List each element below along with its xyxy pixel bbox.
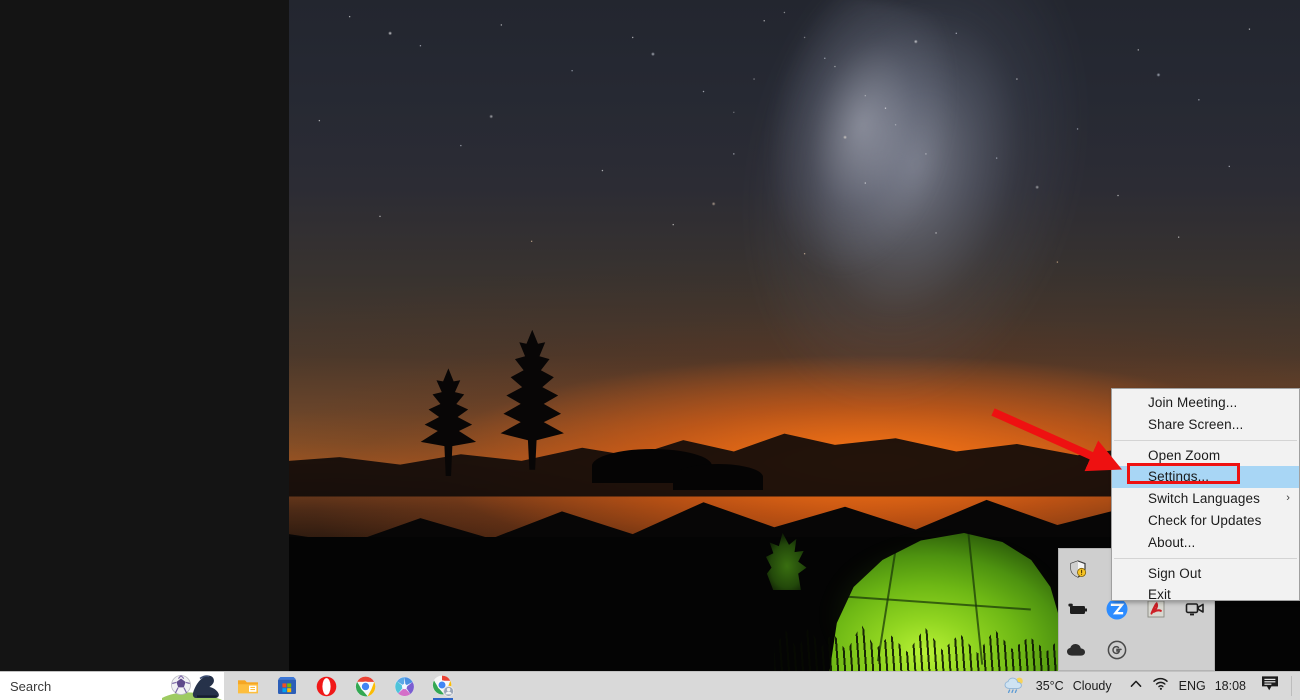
soccer-ball-and-boot-icon xyxy=(162,674,223,700)
weather-condition[interactable]: Cloudy xyxy=(1073,679,1112,693)
taskbar-pinned-apps[interactable] xyxy=(224,672,455,700)
taskbar-app-chrome-profile[interactable] xyxy=(431,672,455,700)
menu-separator-1 xyxy=(1114,439,1297,441)
tray-divider xyxy=(1291,676,1292,696)
menu-item-switch-languages[interactable]: Switch Languages › xyxy=(1112,488,1299,510)
menu-item-settings[interactable]: Settings... xyxy=(1112,466,1299,489)
windows-security-shield-icon[interactable] xyxy=(1059,549,1098,589)
taskbar-app-microsoft-store[interactable] xyxy=(275,672,299,700)
zoom-tray-context-menu[interactable]: Join Meeting... Share Screen... Open Zoo… xyxy=(1111,388,1300,602)
clock[interactable]: 18:08 xyxy=(1215,679,1246,693)
menu-item-label: About... xyxy=(1148,534,1196,550)
menu-item-about[interactable]: About... xyxy=(1112,532,1299,554)
menu-item-share-screen[interactable]: Share Screen... xyxy=(1112,414,1299,436)
menu-item-label: Check for Updates xyxy=(1148,512,1262,528)
menu-item-join-meeting[interactable]: Join Meeting... xyxy=(1112,392,1299,414)
menu-item-label: Exit xyxy=(1148,587,1171,603)
taskbar-app-photos[interactable] xyxy=(392,672,416,700)
grammarly-icon[interactable] xyxy=(1098,630,1137,670)
menu-item-label: Sign Out xyxy=(1148,565,1202,581)
menu-item-label: Open Zoom xyxy=(1148,447,1221,463)
menu-item-sign-out[interactable]: Sign Out xyxy=(1112,563,1299,585)
bush-cluster-mid xyxy=(673,463,764,490)
menu-item-check-for-updates[interactable]: Check for Updates xyxy=(1112,510,1299,532)
taskbar-app-chrome[interactable] xyxy=(353,672,377,700)
weather-temperature[interactable]: 35°C xyxy=(1036,679,1064,693)
menu-item-exit[interactable]: Exit xyxy=(1112,584,1299,606)
desktop[interactable]: Join Meeting... Share Screen... Open Zoo… xyxy=(0,0,1300,700)
taskbar-app-opera[interactable] xyxy=(314,672,338,700)
battery-saver-icon[interactable] xyxy=(1059,589,1098,629)
menu-item-label: Share Screen... xyxy=(1148,416,1244,432)
tray-empty-slot xyxy=(1137,630,1176,670)
onedrive-cloud-icon[interactable] xyxy=(1059,630,1098,670)
notification-chat-icon[interactable] xyxy=(1261,675,1279,697)
weather-cloud-rain-icon[interactable] xyxy=(1003,675,1027,698)
search-input[interactable]: Search xyxy=(0,671,224,700)
chevron-right-icon: › xyxy=(1286,492,1290,505)
tent-crossbar xyxy=(844,595,1032,611)
wifi-icon[interactable] xyxy=(1152,676,1170,696)
menu-item-label: Join Meeting... xyxy=(1148,395,1238,410)
menu-separator-2 xyxy=(1114,557,1297,559)
language-indicator[interactable]: ENG xyxy=(1179,679,1206,693)
stars-layer-cluster xyxy=(289,0,1300,417)
taskbar-app-file-explorer[interactable] xyxy=(236,672,260,700)
menu-item-open-zoom[interactable]: Open Zoom xyxy=(1112,445,1299,467)
taskbar[interactable]: Search 35°C Cloudy ENG 18:08 xyxy=(0,671,1300,700)
search-label: Search xyxy=(10,678,52,694)
tray-empty-slot xyxy=(1175,630,1214,670)
show-hidden-icons-chevron-icon[interactable] xyxy=(1129,677,1143,696)
menu-item-label: Switch Languages xyxy=(1148,491,1260,507)
menu-item-label: Settings... xyxy=(1148,469,1210,485)
annotation-arrow-icon xyxy=(991,408,1123,472)
system-tray[interactable]: 35°C Cloudy ENG 18:08 xyxy=(1003,672,1300,700)
